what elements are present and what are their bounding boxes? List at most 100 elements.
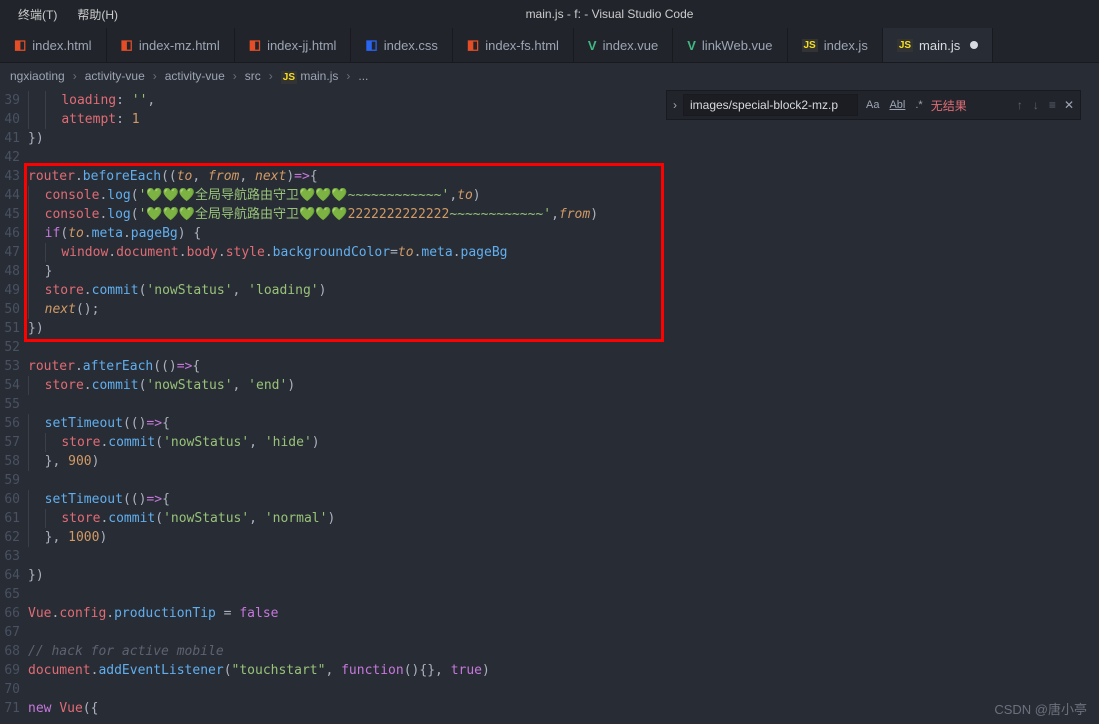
html-icon: ◧ — [467, 37, 479, 53]
tab-label: index.css — [384, 38, 438, 53]
find-word-icon[interactable]: Abl — [887, 99, 907, 111]
code-line[interactable]: }, 1000) — [28, 528, 1099, 547]
line-number: 46 — [0, 224, 20, 243]
tab-index-vue[interactable]: Vindex.vue — [574, 28, 673, 62]
find-next-icon[interactable]: ↓ — [1031, 98, 1041, 112]
tab-label: index.vue — [603, 38, 659, 53]
line-number: 54 — [0, 376, 20, 395]
line-number: 62 — [0, 528, 20, 547]
code-line[interactable]: console.log('💚💚💚全局导航路由守卫💚💚💚~~~~~~~~~~~~'… — [28, 186, 1099, 205]
menu-terminal[interactable]: 终端(T) — [8, 6, 67, 23]
menubar: 终端(T) 帮助(H) main.js - f: - Visual Studio… — [0, 0, 1099, 28]
code-line[interactable] — [28, 338, 1099, 357]
editor[interactable]: 3940414243444546474849505152535455565758… — [0, 89, 1099, 724]
breadcrumb-part[interactable]: src — [245, 69, 261, 83]
code-line[interactable] — [28, 680, 1099, 699]
code-line[interactable]: router.beforeEach((to, from, next)=>{ — [28, 167, 1099, 186]
code-line[interactable]: router.afterEach(()=>{ — [28, 357, 1099, 376]
line-number-gutter: 3940414243444546474849505152535455565758… — [0, 89, 28, 724]
code-line[interactable]: next(); — [28, 300, 1099, 319]
line-number: 59 — [0, 471, 20, 490]
line-number: 58 — [0, 452, 20, 471]
tab-index-css[interactable]: ◧index.css — [351, 28, 453, 62]
breadcrumb[interactable]: ngxiaoting › activity-vue › activity-vue › src… — [0, 63, 1099, 89]
tab-index-jj-html[interactable]: ◧index-jj.html — [235, 28, 352, 62]
find-widget: › Aa Abl .* 无结果 ↑ ↓ ≡ ✕ — [666, 90, 1081, 120]
code-line[interactable]: // hack for active mobile — [28, 642, 1099, 661]
line-number: 66 — [0, 604, 20, 623]
code-line[interactable] — [28, 585, 1099, 604]
code-line[interactable]: store.commit('nowStatus', 'loading') — [28, 281, 1099, 300]
tab-main-js[interactable]: JSmain.js — [883, 28, 993, 62]
menu-help[interactable]: 帮助(H) — [67, 6, 128, 23]
code-line[interactable]: }, 900) — [28, 452, 1099, 471]
code-line[interactable] — [28, 395, 1099, 414]
breadcrumb-sep: › — [269, 69, 273, 83]
line-number: 44 — [0, 186, 20, 205]
breadcrumb-sep: › — [153, 69, 157, 83]
code-line[interactable]: } — [28, 262, 1099, 281]
code-area[interactable]: loading: '', attempt: 1})router.beforeEa… — [28, 89, 1099, 724]
find-expand-icon[interactable]: › — [673, 98, 677, 112]
find-prev-icon[interactable]: ↑ — [1015, 98, 1025, 112]
tab-index-mz-html[interactable]: ◧index-mz.html — [107, 28, 235, 62]
code-line[interactable]: store.commit('nowStatus', 'hide') — [28, 433, 1099, 452]
line-number: 61 — [0, 509, 20, 528]
breadcrumb-part[interactable]: activity-vue — [85, 69, 145, 83]
tab-label: index.js — [824, 38, 868, 53]
code-line[interactable]: if(to.meta.pageBg) { — [28, 224, 1099, 243]
line-number: 41 — [0, 129, 20, 148]
code-line[interactable]: Vue.config.productionTip = false — [28, 604, 1099, 623]
find-regex-icon[interactable]: .* — [913, 99, 924, 111]
code-line[interactable]: new Vue({ — [28, 699, 1099, 718]
js-icon: JS — [897, 39, 913, 52]
line-number: 45 — [0, 205, 20, 224]
code-line[interactable]: document.addEventListener("touchstart", … — [28, 661, 1099, 680]
line-number: 40 — [0, 110, 20, 129]
tab-index-js[interactable]: JS index.js — [788, 28, 883, 62]
line-number: 49 — [0, 281, 20, 300]
line-number: 65 — [0, 585, 20, 604]
code-line[interactable] — [28, 471, 1099, 490]
find-result-label: 无结果 — [931, 97, 967, 114]
line-number: 67 — [0, 623, 20, 642]
breadcrumb-part[interactable]: ngxiaoting — [10, 69, 65, 83]
breadcrumb-part[interactable]: activity-vue — [165, 69, 225, 83]
breadcrumb-part[interactable]: JS main.js — [281, 69, 339, 83]
tab-bar: ◧index.html◧index-mz.html◧index-jj.html◧… — [0, 28, 1099, 63]
line-number: 52 — [0, 338, 20, 357]
line-number: 51 — [0, 319, 20, 338]
line-number: 48 — [0, 262, 20, 281]
breadcrumb-part[interactable]: ... — [358, 69, 368, 83]
code-line[interactable]: }) — [28, 129, 1099, 148]
code-line[interactable]: window.document.body.style.backgroundCol… — [28, 243, 1099, 262]
line-number: 64 — [0, 566, 20, 585]
breadcrumb-sep: › — [346, 69, 350, 83]
dirty-icon — [970, 41, 978, 49]
find-close-icon[interactable]: ✕ — [1064, 98, 1074, 112]
code-line[interactable]: store.commit('nowStatus', 'end') — [28, 376, 1099, 395]
code-line[interactable]: }) — [28, 319, 1099, 338]
code-line[interactable]: store.commit('nowStatus', 'normal') — [28, 509, 1099, 528]
line-number: 69 — [0, 661, 20, 680]
line-number: 39 — [0, 91, 20, 110]
breadcrumb-sep: › — [233, 69, 237, 83]
code-line[interactable] — [28, 148, 1099, 167]
code-line[interactable] — [28, 547, 1099, 566]
html-icon: ◧ — [121, 37, 133, 53]
minimap[interactable] — [1087, 89, 1099, 724]
code-line[interactable]: }) — [28, 566, 1099, 585]
line-number: 68 — [0, 642, 20, 661]
find-case-icon[interactable]: Aa — [864, 99, 881, 111]
tab-index-html[interactable]: ◧index.html — [0, 28, 107, 62]
find-selection-icon[interactable]: ≡ — [1047, 98, 1058, 112]
js-icon: JS — [802, 39, 818, 52]
code-line[interactable] — [28, 623, 1099, 642]
code-line[interactable]: setTimeout(()=>{ — [28, 414, 1099, 433]
code-line[interactable]: setTimeout(()=>{ — [28, 490, 1099, 509]
tab-index-fs-html[interactable]: ◧index-fs.html — [453, 28, 574, 62]
code-line[interactable]: console.log('💚💚💚全局导航路由守卫💚💚💚2222222222222… — [28, 205, 1099, 224]
tab-linkWeb-vue[interactable]: VlinkWeb.vue — [673, 28, 787, 62]
find-input[interactable] — [683, 94, 858, 116]
tab-label: linkWeb.vue — [702, 38, 773, 53]
